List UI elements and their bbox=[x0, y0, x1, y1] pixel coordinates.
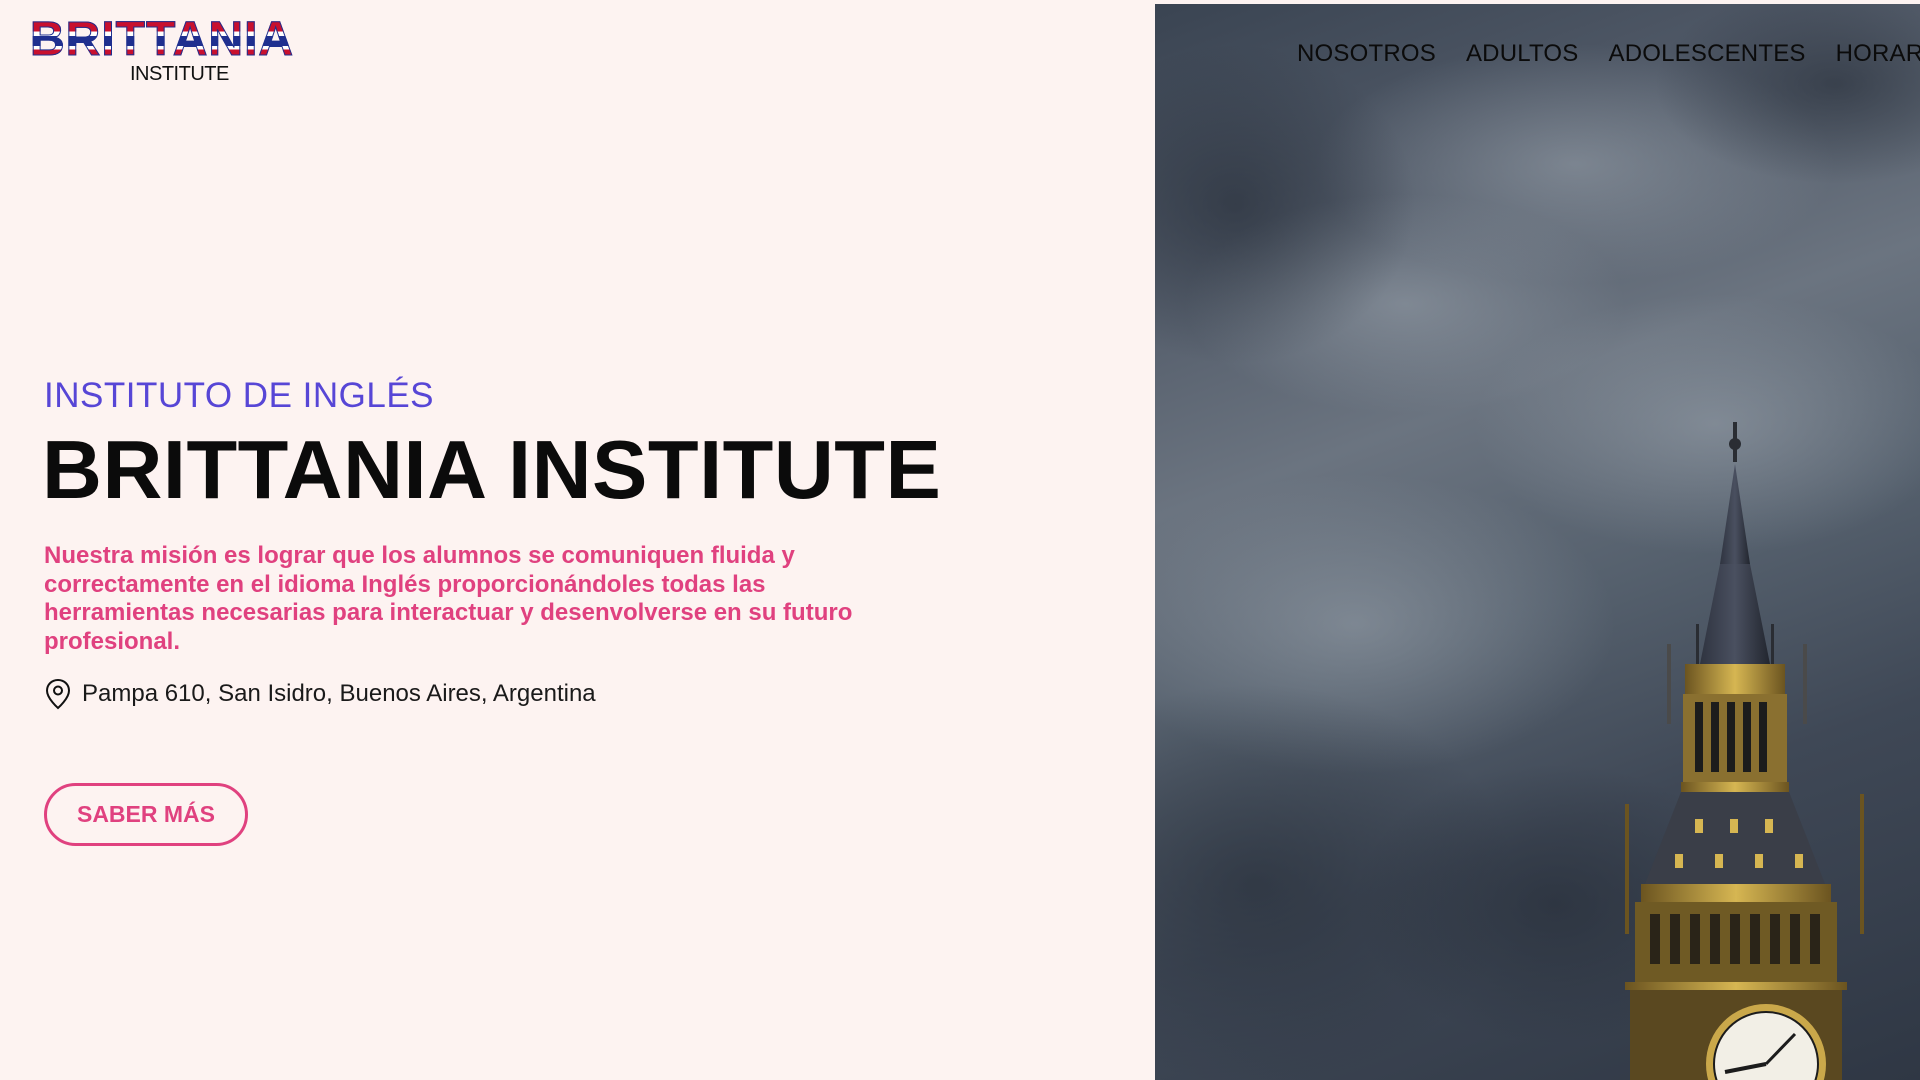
address-text: Pampa 610, San Isidro, Buenos Aires, Arg… bbox=[82, 680, 596, 707]
hero-image: NOSOTROS ADULTOS ADOLESCENTES HORARIOS bbox=[1155, 4, 1920, 1080]
map-pin-icon bbox=[44, 678, 72, 710]
nav-item-adultos[interactable]: ADULTOS bbox=[1466, 40, 1579, 68]
nav-item-horarios[interactable]: HORARIOS bbox=[1836, 40, 1920, 68]
main-navigation: NOSOTROS ADULTOS ADOLESCENTES HORARIOS bbox=[1297, 40, 1920, 68]
brand-logo[interactable]: BRITTANIA INSTITUTE bbox=[29, 13, 330, 86]
mission-statement: Nuestra misión es lograr que los alumnos… bbox=[44, 542, 853, 655]
address-line: Pampa 610, San Isidro, Buenos Aires, Arg… bbox=[44, 678, 596, 710]
nav-item-adolescentes[interactable]: ADOLESCENTES bbox=[1609, 40, 1806, 68]
logo-wordmark: BRITTANIA bbox=[29, 13, 295, 66]
saber-mas-button[interactable]: SABER MÁS bbox=[44, 783, 248, 846]
big-ben-photo bbox=[1155, 4, 1920, 1080]
hero-content: BRITTANIA INSTITUTE INSTITUTO DE INGLÉS … bbox=[0, 0, 1155, 1080]
hero-eyebrow: INSTITUTO DE INGLÉS bbox=[44, 376, 435, 415]
landing-page: BRITTANIA INSTITUTE INSTITUTO DE INGLÉS … bbox=[0, 0, 1920, 1080]
page-title: BRITTANIA INSTITUTE bbox=[42, 423, 942, 516]
nav-item-nosotros[interactable]: NOSOTROS bbox=[1297, 40, 1436, 68]
logo-subtitle: INSTITUTE bbox=[130, 63, 229, 85]
